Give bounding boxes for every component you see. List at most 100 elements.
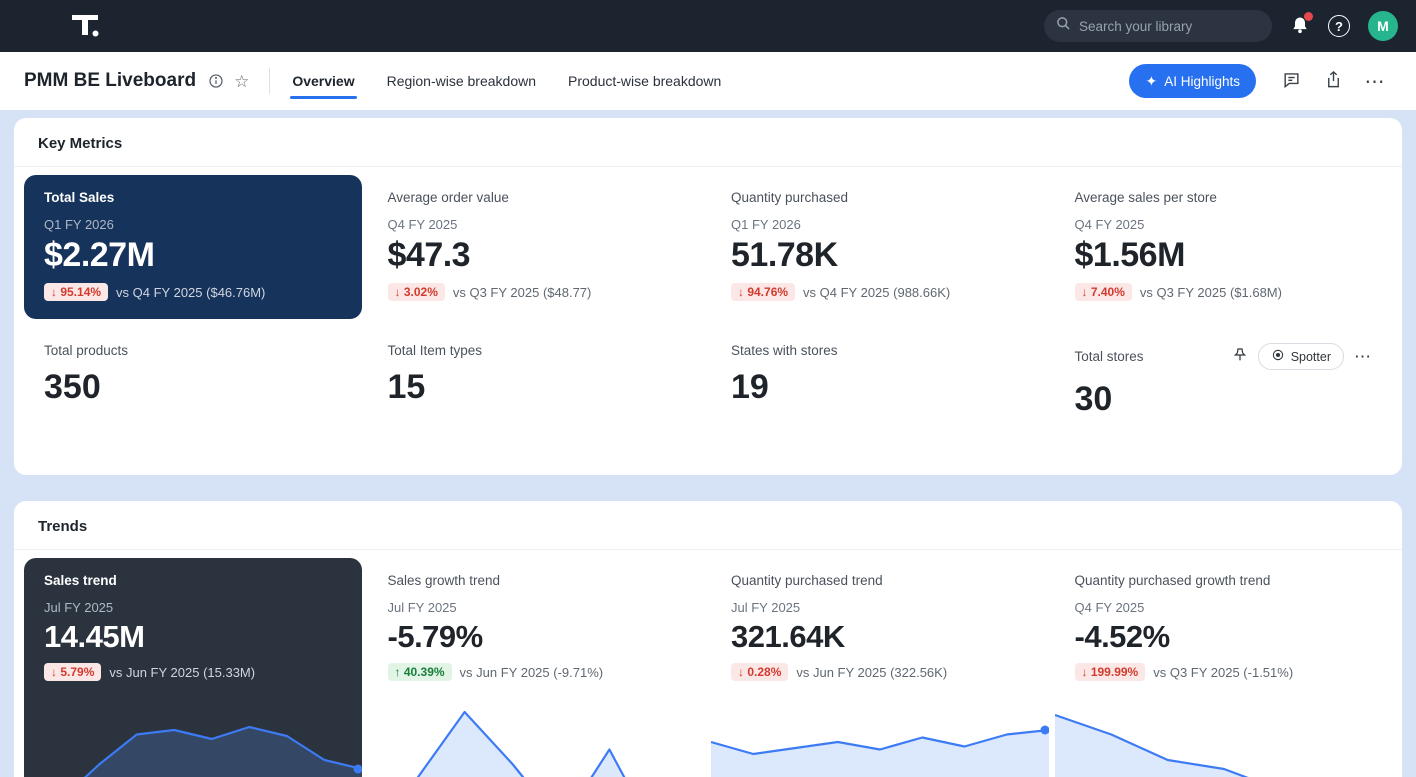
info-button[interactable] [208,73,224,89]
change-badge: ↓ 199.99% [1075,663,1146,681]
spotter-label: Spotter [1291,350,1331,364]
kpi-period: Q1 FY 2026 [731,217,1029,232]
trend-period: Jul FY 2025 [388,600,686,615]
trend-comparison: vs Jun FY 2025 (322.56K) [796,665,947,680]
trend-tile-quantity-purchased-trend[interactable]: Quantity purchased trend Jul FY 2025 321… [711,558,1049,777]
thoughtspot-logo[interactable] [70,12,100,40]
favorite-star-button[interactable]: ☆ [234,73,249,90]
hamburger-menu-button[interactable] [18,18,44,34]
kpi-value: 19 [731,368,1029,407]
trend-value: -5.79% [388,619,686,655]
notifications-button[interactable] [1290,15,1310,38]
kpi-comparison: vs Q4 FY 2025 (988.66K) [803,285,950,300]
trend-value: 14.45M [44,619,342,655]
liveboard-content: Key Metrics Total Sales Q1 FY 2026 $2.27… [0,110,1416,777]
avatar-initial: M [1368,11,1398,41]
change-badge: ↓ 5.79% [44,663,101,681]
kpi-title: Quantity purchased [731,190,1029,205]
more-options-button[interactable]: ⋯ [1358,64,1392,98]
tab-overview[interactable]: Overview [290,65,356,97]
kpi-tile-quantity-purchased[interactable]: Quantity purchased Q1 FY 2026 51.78K ↓ 9… [711,175,1049,319]
sparkle-icon: ✦ [1145,73,1157,90]
sparkline-chart [1055,697,1393,777]
spotter-button[interactable]: Spotter [1258,343,1344,370]
trend-title: Sales trend [44,573,342,588]
trend-period: Q4 FY 2025 [1075,600,1373,615]
kpi-tile-states-with-stores[interactable]: States with stores 19 [711,327,1049,449]
change-badge: ↓ 0.28% [731,663,788,681]
sparkline-chart [368,697,706,777]
ai-highlights-button[interactable]: ✦ AI Highlights [1129,64,1256,98]
kpi-title: Average order value [388,190,686,205]
star-icon: ☆ [234,73,249,90]
kpi-value: 30 [1075,380,1373,419]
kpi-value: 15 [388,368,686,407]
kpi-tile-total-stores[interactable]: Total stores [1055,327,1393,449]
library-search[interactable] [1044,10,1272,42]
tile-more-button[interactable]: ⋯ [1354,347,1372,367]
comment-icon [1282,70,1301,92]
kpi-comparison: vs Q3 FY 2025 ($1.68M) [1140,285,1282,300]
kpi-value: $2.27M [44,236,342,275]
tile-hover-toolbar: Spotter ⋯ [1232,343,1372,370]
kpi-tile-total-products[interactable]: Total products 350 [24,327,362,449]
key-metrics-section-title: Key Metrics [14,118,1402,167]
user-avatar[interactable]: M [1368,11,1398,41]
kpi-title: Average sales per store [1075,190,1373,205]
trends-card: Trends Sales trend Jul FY 2025 14.45M ↓ … [14,501,1402,777]
trend-tile-sales-trend[interactable]: Sales trend Jul FY 2025 14.45M ↓ 5.79% v… [24,558,362,777]
trends-row: Sales trend Jul FY 2025 14.45M ↓ 5.79% v… [14,550,1402,777]
top-navigation-bar: ? M [0,0,1416,52]
key-metrics-rich-row: Total Sales Q1 FY 2026 $2.27M ↓ 95.14% v… [14,167,1402,319]
trend-period: Jul FY 2025 [731,600,1029,615]
change-badge: ↓ 94.76% [731,283,795,301]
trend-title: Sales growth trend [388,573,686,588]
kpi-title: Total Item types [388,343,483,358]
kpi-period: Q4 FY 2025 [1075,217,1373,232]
change-badge: ↑ 40.39% [388,663,452,681]
kpi-value: $1.56M [1075,236,1373,275]
share-icon [1324,70,1343,92]
kpi-tile-average-order-value[interactable]: Average order value Q4 FY 2025 $47.3 ↓ 3… [368,175,706,319]
kpi-tile-total-item-types[interactable]: Total Item types 15 [368,327,706,449]
notification-dot [1304,12,1313,21]
pin-button[interactable] [1232,347,1248,366]
pin-icon [1232,347,1248,366]
tab-product-wise-breakdown[interactable]: Product-wise breakdown [566,65,723,97]
trend-tile-sales-growth-trend[interactable]: Sales growth trend Jul FY 2025 -5.79% ↑ … [368,558,706,777]
share-button[interactable] [1316,64,1350,98]
kpi-title: Total Sales [44,190,342,205]
trend-tile-quantity-purchased-growth-trend[interactable]: Quantity purchased growth trend Q4 FY 20… [1055,558,1393,777]
change-badge: ↓ 3.02% [388,283,445,301]
kpi-tile-total-sales[interactable]: Total Sales Q1 FY 2026 $2.27M ↓ 95.14% v… [24,175,362,319]
search-icon [1056,16,1071,36]
kpi-comparison: vs Q4 FY 2025 ($46.76M) [116,285,265,300]
kpi-title: States with stores [731,343,838,358]
comments-button[interactable] [1274,64,1308,98]
tab-region-wise-breakdown[interactable]: Region-wise breakdown [385,65,538,97]
ai-highlights-label: AI Highlights [1164,74,1240,89]
kpi-value: 51.78K [731,236,1029,275]
spotter-eye-icon [1271,348,1285,365]
kpi-value: $47.3 [388,236,686,275]
trend-period: Jul FY 2025 [44,600,342,615]
kpi-title: Total stores [1075,349,1144,364]
ellipsis-icon: ⋯ [1354,347,1372,367]
page-title: PMM BE Liveboard [24,70,196,92]
key-metrics-simple-row: Total products 350 Total Item types 15 S… [14,319,1402,475]
trend-title: Quantity purchased growth trend [1075,573,1373,588]
sparkline-chart [24,697,362,777]
trend-value: 321.64K [731,619,1029,655]
help-icon: ? [1328,15,1350,37]
header-divider [269,68,270,94]
kpi-title: Total products [44,343,128,358]
trend-comparison: vs Jun FY 2025 (-9.71%) [460,665,604,680]
help-button[interactable]: ? [1328,15,1350,37]
change-badge: ↓ 95.14% [44,283,108,301]
trend-value: -4.52% [1075,619,1373,655]
search-input[interactable] [1079,19,1260,34]
kpi-tile-average-sales-per-store[interactable]: Average sales per store Q4 FY 2025 $1.56… [1055,175,1393,319]
kpi-comparison: vs Q3 FY 2025 ($48.77) [453,285,592,300]
trend-title: Quantity purchased trend [731,573,1029,588]
trend-comparison: vs Jun FY 2025 (15.33M) [109,665,255,680]
